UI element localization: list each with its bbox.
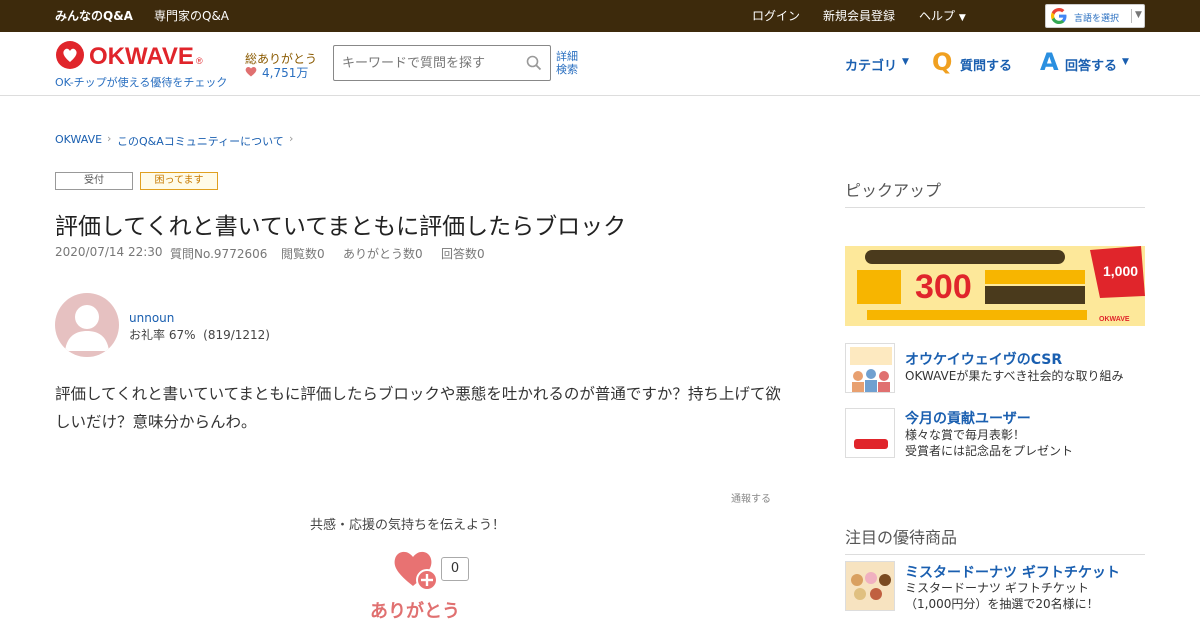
top-bar: みんなのQ&A 専門家のQ&A ログイン 新規会員登録 ヘルプ ▼ 言語を選択 … [0, 0, 1200, 32]
answer-label: 回答する [1065, 59, 1118, 74]
search-icon[interactable] [526, 55, 542, 71]
answer-menu[interactable]: A 回答する ▼ [1040, 32, 1135, 96]
chevron-right-icon: › [107, 132, 112, 145]
report-link[interactable]: 通報する [731, 490, 771, 505]
question-body: 評価してくれと書いていてまともに評価したらブロックや悪態を吐かれるのが普通ですか… [55, 385, 781, 431]
okwave-logo-icon: OKWAVE ® [56, 41, 203, 70]
user-name[interactable]: unnoun [129, 311, 174, 325]
contributor-thumbnail-icon [846, 409, 894, 457]
register-link[interactable]: 新規会員登録 [823, 0, 895, 32]
thanks-heart-button[interactable] [392, 548, 440, 592]
chevron-down-icon: ▼ [958, 13, 966, 23]
featured-heading: 注目の優待商品 [845, 524, 1145, 555]
donut-thumbnail-icon [846, 562, 894, 610]
svg-text:1,000: 1,000 [1103, 263, 1138, 279]
thanks-count: ありがとう数0 [343, 247, 423, 261]
contributor-link[interactable]: 今月の貢献ユーザー [905, 408, 1031, 428]
answer-count: 回答数0 [441, 247, 485, 261]
campaign-banner[interactable]: 300 1,000 OKWAVE [845, 246, 1145, 326]
language-selector[interactable]: 言語を選択 ▼ [1045, 4, 1145, 28]
okwave-logo[interactable]: OKWAVE ® [55, 40, 210, 72]
logo-tagline[interactable]: OK-チップが使える優待をチェック [55, 74, 227, 90]
pickup-heading: ピックアップ [845, 177, 1145, 208]
heart-icon [245, 67, 257, 77]
view-count: 閲覧数0 [281, 247, 325, 261]
chevron-down-icon: ▼ [1122, 57, 1129, 67]
nav-expert-qa[interactable]: 専門家のQ&A [154, 0, 229, 32]
contributor-description: 様々な賞で毎月表彰！ [905, 428, 1026, 442]
svg-text:OKWAVE: OKWAVE [89, 43, 194, 70]
nav-minna-qa[interactable]: みんなのQ&A [55, 0, 133, 32]
question-title: 評価してくれと書いていてまともに評価したらブロック [55, 214, 627, 240]
total-thanks-value: 4,751万 [262, 66, 309, 80]
help-label: ヘルプ [919, 9, 956, 23]
advanced-search-link[interactable]: 詳細検索 [556, 50, 580, 76]
user-thanks-rate: お礼率 67% (819/1212) [129, 326, 270, 343]
svg-text:®: ® [196, 56, 203, 66]
q-letter-icon: Q [932, 48, 953, 76]
a-letter-icon: A [1040, 48, 1059, 76]
avatar[interactable] [55, 293, 119, 357]
status-badge: 受付 [55, 172, 133, 190]
donut-link[interactable]: ミスタードーナツ ギフトチケット [905, 562, 1120, 582]
language-label: 言語を選択 [1074, 14, 1120, 24]
donut-description-2: （1,000円分）を抽選で20名様に！ [905, 597, 1099, 611]
question-number: 質問No.9772606 [170, 247, 268, 261]
csr-link[interactable]: オウケイウェイヴのCSR [905, 349, 1062, 369]
arigato-label[interactable]: ありがとう [370, 597, 460, 623]
ask-label: 質問する [960, 59, 1013, 74]
donut-thumbnail[interactable] [845, 561, 895, 611]
heart-count: 0 [441, 557, 469, 581]
category-label: カテゴリ [845, 59, 898, 74]
cheer-prompt: 共感・応援の気持ちを伝えよう！ [310, 518, 506, 533]
donut-description: ミスタードーナツ ギフトチケット [905, 581, 1089, 595]
site-header: OKWAVE ® OK-チップが使える優待をチェック 総ありがとう 4,751万… [0, 32, 1200, 96]
search-input[interactable] [334, 46, 524, 80]
caret-down-icon: ▼ [1135, 10, 1142, 20]
login-link[interactable]: ログイン [752, 0, 800, 32]
search-box [333, 45, 551, 81]
breadcrumb-okwave[interactable]: OKWAVE [55, 133, 102, 146]
user-silhouette-icon [65, 305, 109, 351]
csr-thumbnail-icon [846, 344, 894, 392]
campaign-banner-graphic: 300 1,000 OKWAVE [845, 246, 1145, 326]
svg-text:300: 300 [915, 268, 972, 306]
breadcrumb-about[interactable]: このQ&Aコミュニティーについて [117, 133, 284, 149]
ask-question-button[interactable]: Q 質問する [932, 32, 1012, 96]
help-menu[interactable]: ヘルプ ▼ [919, 0, 966, 32]
csr-description: OKWAVEが果たすべき社会的な取り組み [905, 369, 1124, 383]
contributor-thumbnail[interactable] [845, 408, 895, 458]
question-date: 2020/07/14 22:30 [55, 245, 163, 259]
csr-thumbnail[interactable] [845, 343, 895, 393]
rate-value: お礼率 67% [129, 328, 196, 342]
chevron-right-icon: › [289, 132, 294, 145]
google-icon [1051, 8, 1067, 24]
svg-text:OKWAVE: OKWAVE [1099, 316, 1130, 323]
trouble-badge: 困ってます [140, 172, 218, 190]
category-menu[interactable]: カテゴリ ▼ [845, 32, 915, 96]
rate-ratio: (819/1212) [203, 328, 270, 342]
contributor-description-2: 受賞者には記念品をプレゼント [905, 444, 1074, 458]
chevron-down-icon: ▼ [902, 57, 909, 67]
divider [1131, 9, 1132, 23]
